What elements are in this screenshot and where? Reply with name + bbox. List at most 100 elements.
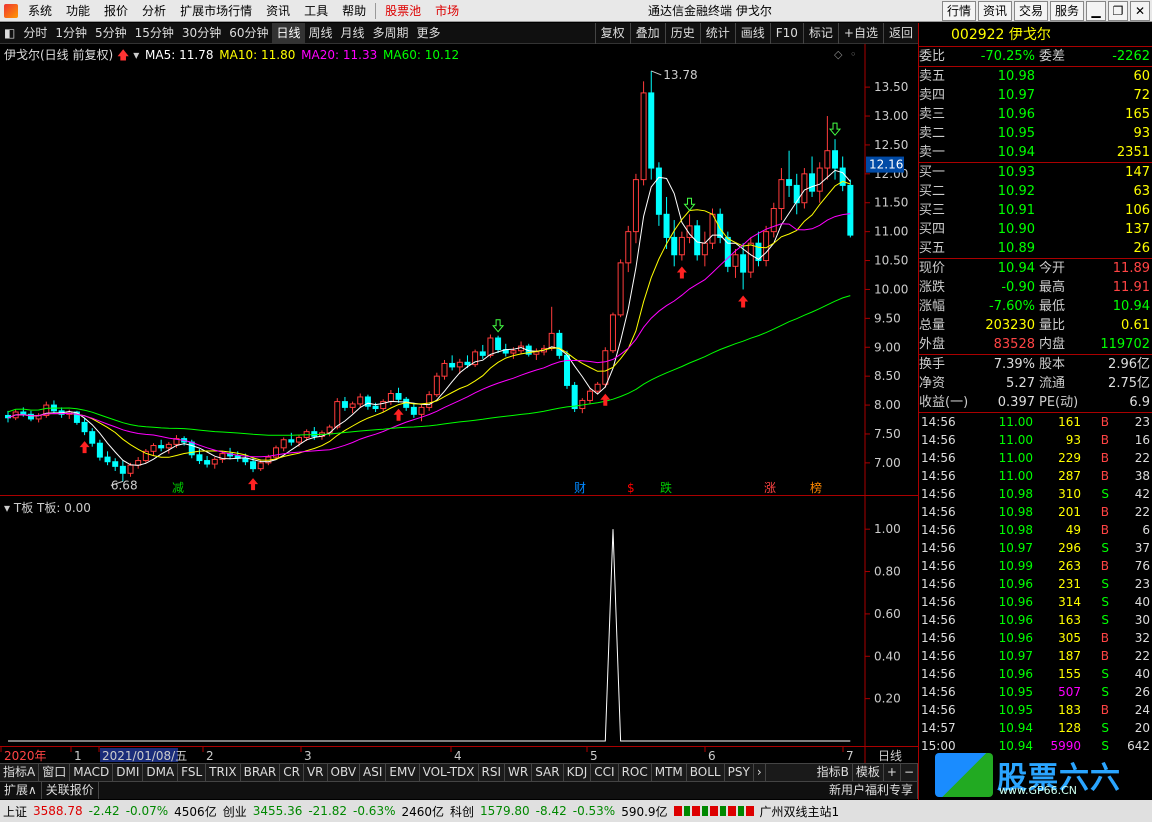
bids-price[interactable]: 10.90 xyxy=(953,220,1035,239)
candle[interactable] xyxy=(211,457,218,469)
candle[interactable] xyxy=(96,439,103,461)
candle[interactable] xyxy=(847,179,854,238)
close-icon[interactable]: ✕ xyxy=(1130,1,1150,21)
indicator-tab-right-0[interactable]: 指标B xyxy=(814,764,853,781)
candle[interactable] xyxy=(732,248,739,278)
indicator-tab-20[interactable]: MTM xyxy=(652,764,687,781)
menu-red-item-0[interactable]: 股票池 xyxy=(378,0,428,22)
menu-item-3[interactable]: 分析 xyxy=(135,0,173,22)
indicator-tab-17[interactable]: KDJ xyxy=(564,764,592,781)
indicator-tab-3[interactable]: DMI xyxy=(113,764,144,781)
asks-price[interactable]: 10.96 xyxy=(953,105,1035,124)
menu-item-7[interactable]: 帮助 xyxy=(335,0,373,22)
period-tab-5[interactable]: 60分钟 xyxy=(225,23,272,44)
candle[interactable] xyxy=(571,381,578,413)
tool-button-0[interactable]: 复权 xyxy=(594,22,630,44)
event-mark[interactable]: 财 xyxy=(574,481,586,495)
candle[interactable] xyxy=(89,428,96,447)
candle[interactable] xyxy=(770,202,777,238)
candle[interactable] xyxy=(165,442,172,454)
tool-button-7[interactable]: +自选 xyxy=(837,22,883,44)
period-tab-7[interactable]: 周线 xyxy=(305,23,337,44)
candle[interactable] xyxy=(533,348,540,360)
candle[interactable] xyxy=(35,413,42,423)
candle[interactable] xyxy=(586,387,593,404)
candle[interactable] xyxy=(449,355,456,371)
indicator-tab-5[interactable]: FSL xyxy=(178,764,207,781)
candle[interactable] xyxy=(763,225,770,267)
candle[interactable] xyxy=(357,393,364,408)
candle[interactable] xyxy=(648,70,655,180)
indicator-tab-15[interactable]: WR xyxy=(505,764,533,781)
candle[interactable] xyxy=(678,231,685,261)
candle[interactable] xyxy=(724,231,731,273)
candle[interactable] xyxy=(472,349,479,367)
diamond-icon[interactable]: ◇ xyxy=(834,48,843,61)
indicator-tab-19[interactable]: ROC xyxy=(619,764,652,781)
candle[interactable] xyxy=(686,214,693,244)
indicator-tab-7[interactable]: BRAR xyxy=(241,764,281,781)
candle[interactable] xyxy=(786,150,793,197)
candle[interactable] xyxy=(104,451,111,466)
candle[interactable] xyxy=(801,168,808,209)
tool-button-6[interactable]: 标记 xyxy=(802,22,838,44)
asks-price[interactable]: 10.97 xyxy=(953,86,1035,105)
event-mark[interactable]: 跌 xyxy=(660,480,672,495)
candle[interactable] xyxy=(755,231,762,267)
period-tab-4[interactable]: 30分钟 xyxy=(178,23,225,44)
menu-item-0[interactable]: 系统 xyxy=(21,0,59,22)
asks-price[interactable]: 10.94 xyxy=(953,143,1035,162)
event-mark[interactable]: $ xyxy=(627,481,635,495)
tool-button-1[interactable]: 叠加 xyxy=(629,22,665,44)
indicator-tab-1[interactable]: 窗口 xyxy=(39,764,71,781)
tool-button-8[interactable]: 返回 xyxy=(882,22,918,44)
sub-tab-1[interactable]: 关联报价 xyxy=(42,782,99,799)
candle[interactable] xyxy=(824,116,831,180)
candle[interactable] xyxy=(380,399,387,413)
candle[interactable] xyxy=(341,396,348,411)
indicator-tab-0[interactable]: 指标A xyxy=(0,764,40,781)
event-mark[interactable]: 涨 xyxy=(764,480,776,495)
candle[interactable] xyxy=(387,390,394,406)
period-tab-1[interactable]: 1分钟 xyxy=(51,23,91,44)
menu-item-2[interactable]: 报价 xyxy=(97,0,135,22)
indicator-tab-13[interactable]: VOL-TDX xyxy=(420,764,479,781)
candle[interactable] xyxy=(204,455,211,468)
restore-icon[interactable]: ❐ xyxy=(1108,1,1128,21)
top-button-1[interactable]: 资讯 xyxy=(977,1,1012,21)
candle[interactable] xyxy=(403,396,410,411)
indicator-tab-right-2[interactable]: + xyxy=(884,764,901,781)
bids-price[interactable]: 10.93 xyxy=(953,163,1035,182)
candle[interactable] xyxy=(625,225,632,273)
tool-button-3[interactable]: 统计 xyxy=(699,22,735,44)
candle[interactable] xyxy=(640,81,647,186)
indicator-chart[interactable]: 1.00 0.80 0.60 0.40 0.20 xyxy=(0,496,918,746)
indicator-tab-4[interactable]: DMA xyxy=(143,764,179,781)
indicator-tab-10[interactable]: OBV xyxy=(328,764,361,781)
indicator-tab-8[interactable]: CR xyxy=(280,764,304,781)
dropdown-icon[interactable]: ▾ xyxy=(4,501,10,515)
candle[interactable] xyxy=(433,372,440,397)
indicator-tab-right-3[interactable]: − xyxy=(901,764,918,781)
candle[interactable] xyxy=(495,335,502,354)
candle[interactable] xyxy=(158,439,165,452)
tool-button-2[interactable]: 历史 xyxy=(664,22,700,44)
indicator-tab-2[interactable]: MACD xyxy=(70,764,114,781)
tool-button-4[interactable]: 画线 xyxy=(734,22,770,44)
period-tab-10[interactable]: 更多 xyxy=(413,23,445,44)
tab-scroll-icon[interactable]: › xyxy=(754,764,766,781)
period-tab-9[interactable]: 多周期 xyxy=(369,23,413,44)
period-tab-0[interactable]: 分时 xyxy=(19,23,51,44)
top-button-0[interactable]: 行情 xyxy=(941,1,976,21)
indicator-tab-14[interactable]: RSI xyxy=(479,764,506,781)
candle[interactable] xyxy=(43,401,50,418)
event-mark[interactable]: 榜 xyxy=(810,480,822,495)
candle[interactable] xyxy=(778,168,785,221)
candle[interactable] xyxy=(617,259,624,318)
indicator-tab-11[interactable]: ASI xyxy=(360,764,387,781)
candle[interactable] xyxy=(793,173,800,215)
candle[interactable] xyxy=(655,162,662,226)
sub-tab-0[interactable]: 扩展∧ xyxy=(0,782,42,799)
menu-item-4[interactable]: 扩展市场行情 xyxy=(173,0,259,22)
candle[interactable] xyxy=(135,457,142,469)
